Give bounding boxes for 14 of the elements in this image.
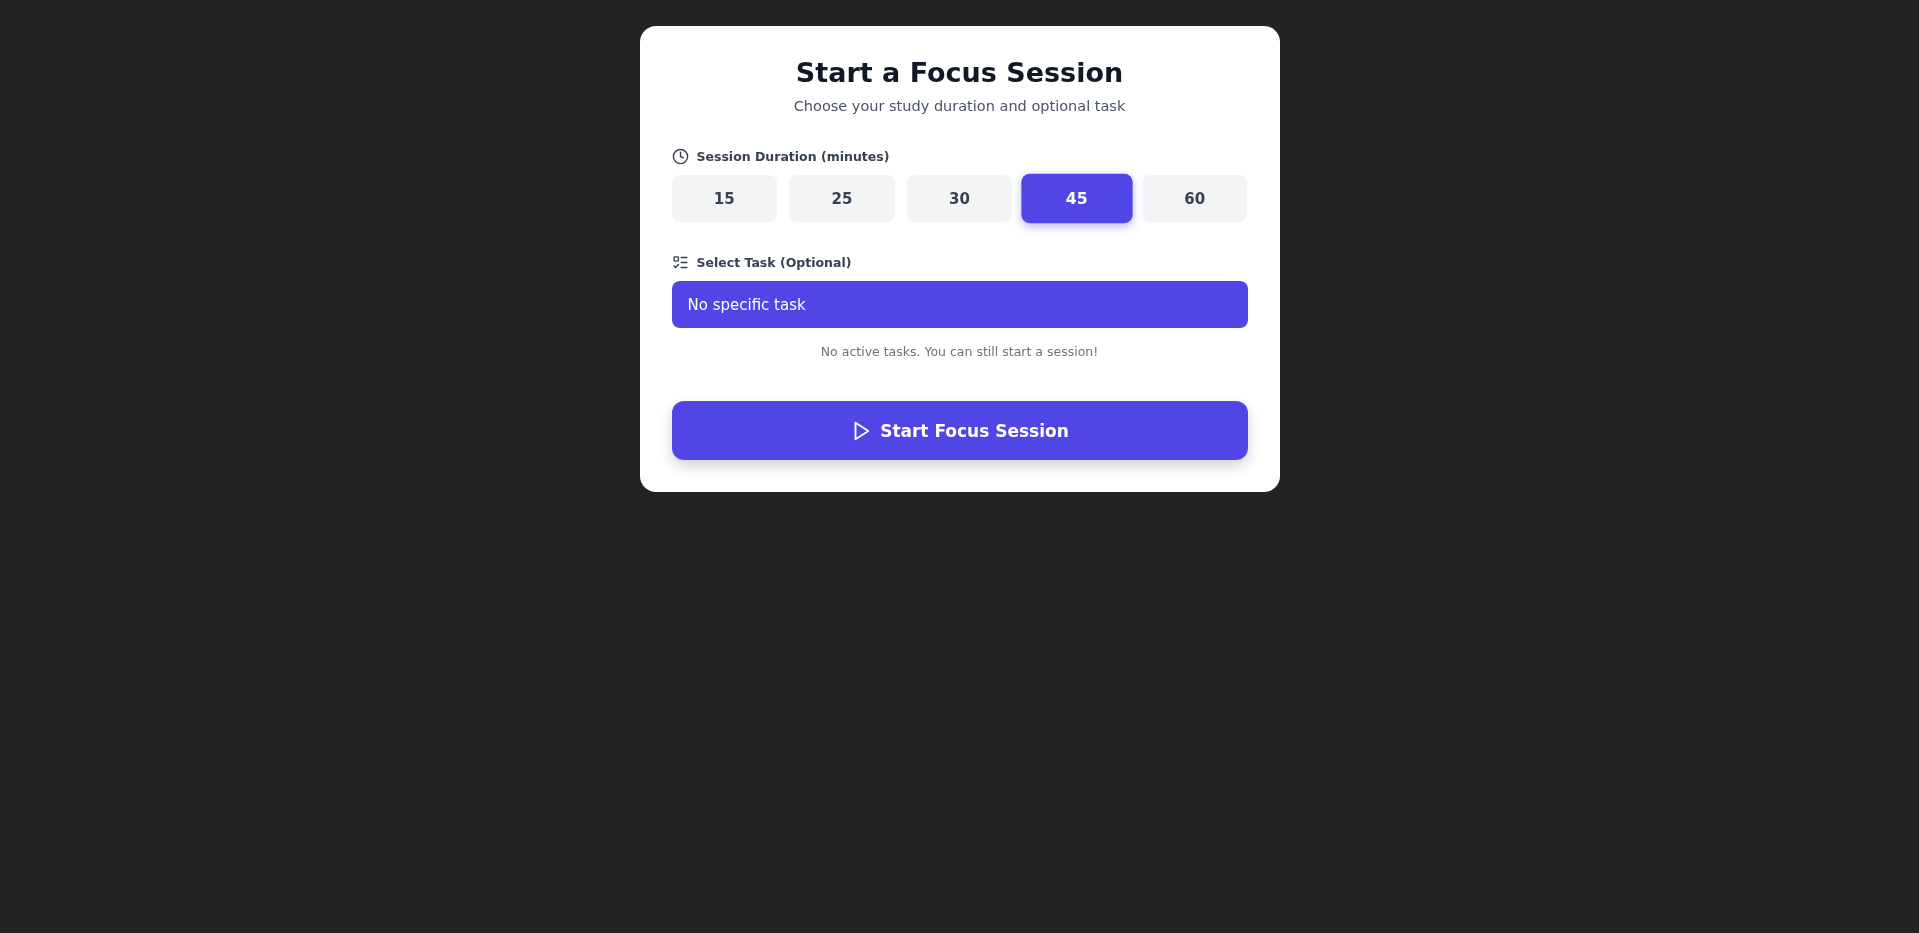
task-select[interactable]: No specific task <box>671 281 1248 328</box>
checklist-icon <box>671 254 689 271</box>
duration-option[interactable]: 60 <box>1141 175 1248 222</box>
section-label: Session Duration (minutes) <box>696 149 890 164</box>
hint-text: No active tasks. You can still start a session! <box>819 344 1100 359</box>
clock-icon <box>671 148 689 165</box>
duration-option[interactable]: 30 <box>906 175 1013 222</box>
duration-option[interactable]: 45 <box>1021 173 1133 224</box>
card-subtitle: Choose your study duration and optional task <box>792 98 1127 114</box>
duration-option[interactable]: 25 <box>789 175 895 222</box>
start-button[interactable]: Start Focus Session <box>671 401 1248 460</box>
section-label: Select Task (Optional) <box>696 255 852 270</box>
card-title: Start a Focus Session <box>794 56 1125 90</box>
duration-option[interactable]: 15 <box>671 175 778 222</box>
